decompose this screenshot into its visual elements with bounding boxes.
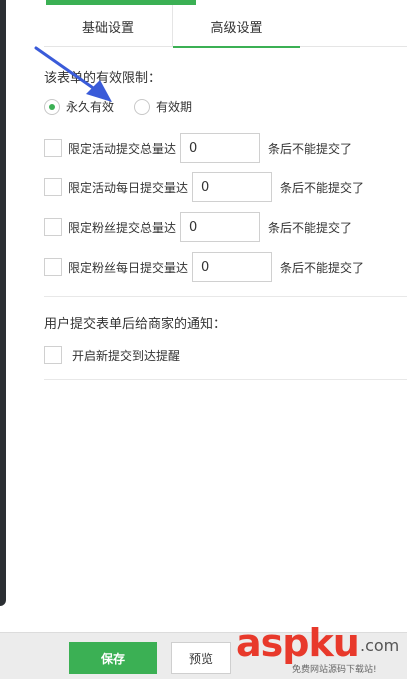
watermark-tagline: 免费网站源码下载站! xyxy=(292,665,377,675)
watermark-brand-b: ku xyxy=(308,621,359,665)
section-divider xyxy=(44,379,407,380)
notify-option: 开启新提交到达提醒 xyxy=(44,346,180,364)
limit-label: 限定粉丝每日提交量达 xyxy=(68,260,189,275)
limit-fan-daily-checkbox[interactable] xyxy=(44,258,62,276)
limit-row-activity-daily: 限定活动每日提交量达 条后不能提交了 xyxy=(44,172,364,202)
new-submission-alert-label: 开启新提交到达提醒 xyxy=(72,348,181,363)
limit-fan-daily-input[interactable] xyxy=(192,252,273,282)
validity-period-radio-label: 有效期 xyxy=(156,100,193,114)
permanent-radio[interactable] xyxy=(44,98,60,115)
limit-suffix: 条后不能提交了 xyxy=(280,260,365,275)
new-submission-alert-checkbox[interactable] xyxy=(44,346,62,364)
preview-button[interactable]: 预览 xyxy=(171,642,231,674)
watermark-logo: aspku .com 免费网站源码下载站! xyxy=(236,620,407,679)
limit-suffix: 条后不能提交了 xyxy=(280,180,365,195)
validity-options: 永久有效 有效期 xyxy=(44,98,212,115)
limit-fan-total-input[interactable] xyxy=(180,212,261,242)
save-button[interactable]: 保存 xyxy=(69,642,157,674)
notify-title: 用户提交表单后给商家的通知： xyxy=(44,317,227,332)
limit-suffix: 条后不能提交了 xyxy=(268,220,353,235)
validity-title: 该表单的有效限制： xyxy=(44,71,162,86)
validity-period-radio[interactable] xyxy=(134,98,151,115)
watermark-domain: .com xyxy=(360,636,400,655)
limit-activity-total-input[interactable] xyxy=(180,133,261,163)
section-divider xyxy=(44,296,407,297)
limit-activity-total-checkbox[interactable] xyxy=(44,139,62,157)
limit-fan-total-checkbox[interactable] xyxy=(44,218,62,236)
limit-row-fan-daily: 限定粉丝每日提交量达 条后不能提交了 xyxy=(44,252,364,282)
limit-label: 限定活动提交总量达 xyxy=(68,141,177,156)
settings-tabs: 基础设置 高级设置 xyxy=(44,5,407,48)
left-rail xyxy=(0,0,6,606)
limit-row-activity-total: 限定活动提交总量达 条后不能提交了 xyxy=(44,133,352,163)
tab-advanced-settings[interactable]: 高级设置 xyxy=(172,5,300,48)
permanent-radio-label: 永久有效 xyxy=(66,100,115,114)
limit-label: 限定粉丝提交总量达 xyxy=(68,220,177,235)
watermark-brand-a: asp xyxy=(236,621,309,665)
limit-label: 限定活动每日提交量达 xyxy=(68,180,189,195)
limit-activity-daily-input[interactable] xyxy=(192,172,273,202)
limit-suffix: 条后不能提交了 xyxy=(268,141,353,156)
watermark-brand: aspku xyxy=(236,621,360,665)
limit-row-fan-total: 限定粉丝提交总量达 条后不能提交了 xyxy=(44,212,352,242)
limit-activity-daily-checkbox[interactable] xyxy=(44,178,62,196)
tab-basic-settings[interactable]: 基础设置 xyxy=(44,5,172,47)
form-settings-page: 基础设置 高级设置 该表单的有效限制： 永久有效 有效期 限定活动提交总量达 条… xyxy=(0,0,407,679)
